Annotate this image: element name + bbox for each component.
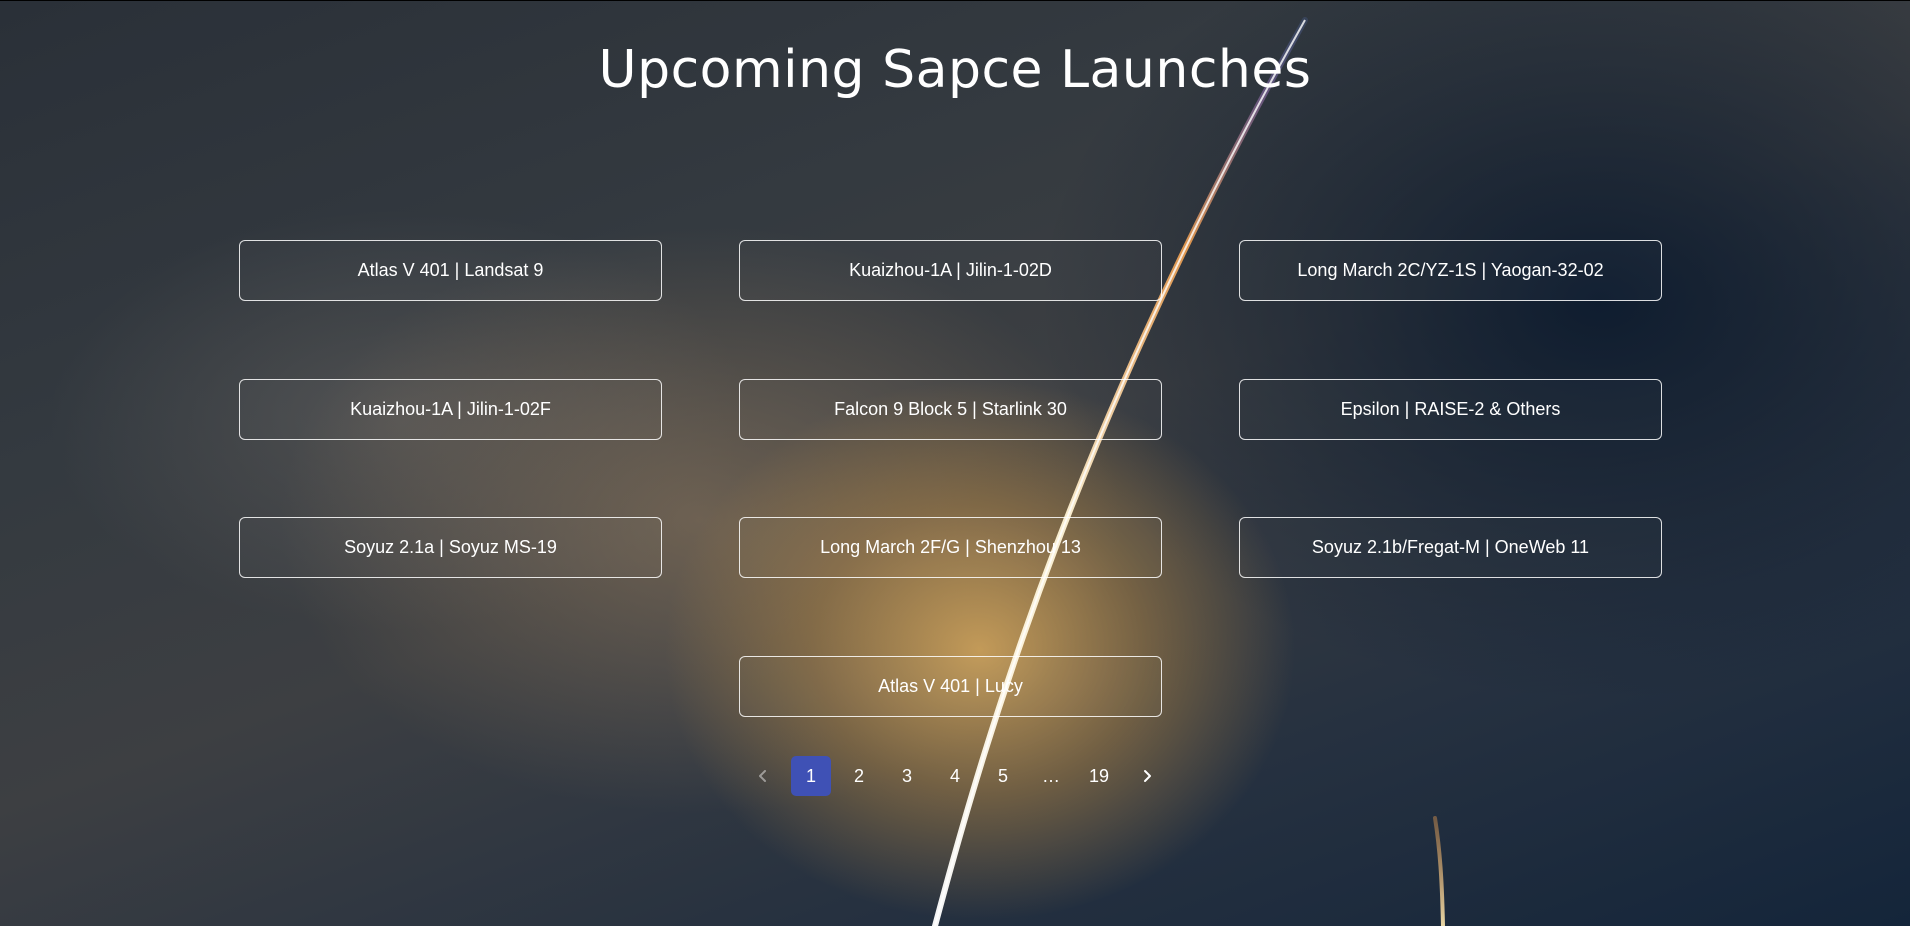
page-button-5[interactable]: 5: [983, 756, 1023, 796]
page-button-3[interactable]: 3: [887, 756, 927, 796]
launch-card[interactable]: Long March 2C/YZ-1S | Yaogan-32-02: [1239, 240, 1662, 301]
launch-card[interactable]: Kuaizhou-1A | Jilin-1-02F: [239, 379, 662, 440]
launch-card[interactable]: Long March 2F/G | Shenzhou 13: [739, 517, 1162, 578]
launch-card[interactable]: Epsilon | RAISE-2 & Others: [1239, 379, 1662, 440]
page-button-1[interactable]: 1: [791, 756, 831, 796]
pagination: 1 2 3 4 5 … 19: [0, 756, 1910, 796]
launch-card[interactable]: Falcon 9 Block 5 | Starlink 30: [739, 379, 1162, 440]
chevron-left-icon: [759, 770, 766, 782]
launch-card[interactable]: Kuaizhou-1A | Jilin-1-02D: [739, 240, 1162, 301]
page-button-last[interactable]: 19: [1079, 756, 1119, 796]
launch-card[interactable]: Atlas V 401 | Lucy: [739, 656, 1162, 717]
chevron-right-icon: [1144, 770, 1151, 782]
launch-card[interactable]: Soyuz 2.1b/Fregat-M | OneWeb 11: [1239, 517, 1662, 578]
launch-card[interactable]: Atlas V 401 | Landsat 9: [239, 240, 662, 301]
page-title: Upcoming Sapce Launches: [598, 40, 1312, 100]
launch-card[interactable]: Soyuz 2.1a | Soyuz MS-19: [239, 517, 662, 578]
prev-page-button[interactable]: [743, 756, 783, 796]
pagination-ellipsis: …: [1042, 765, 1060, 786]
next-page-button[interactable]: [1127, 756, 1167, 796]
page-button-4[interactable]: 4: [935, 756, 975, 796]
page-button-2[interactable]: 2: [839, 756, 879, 796]
